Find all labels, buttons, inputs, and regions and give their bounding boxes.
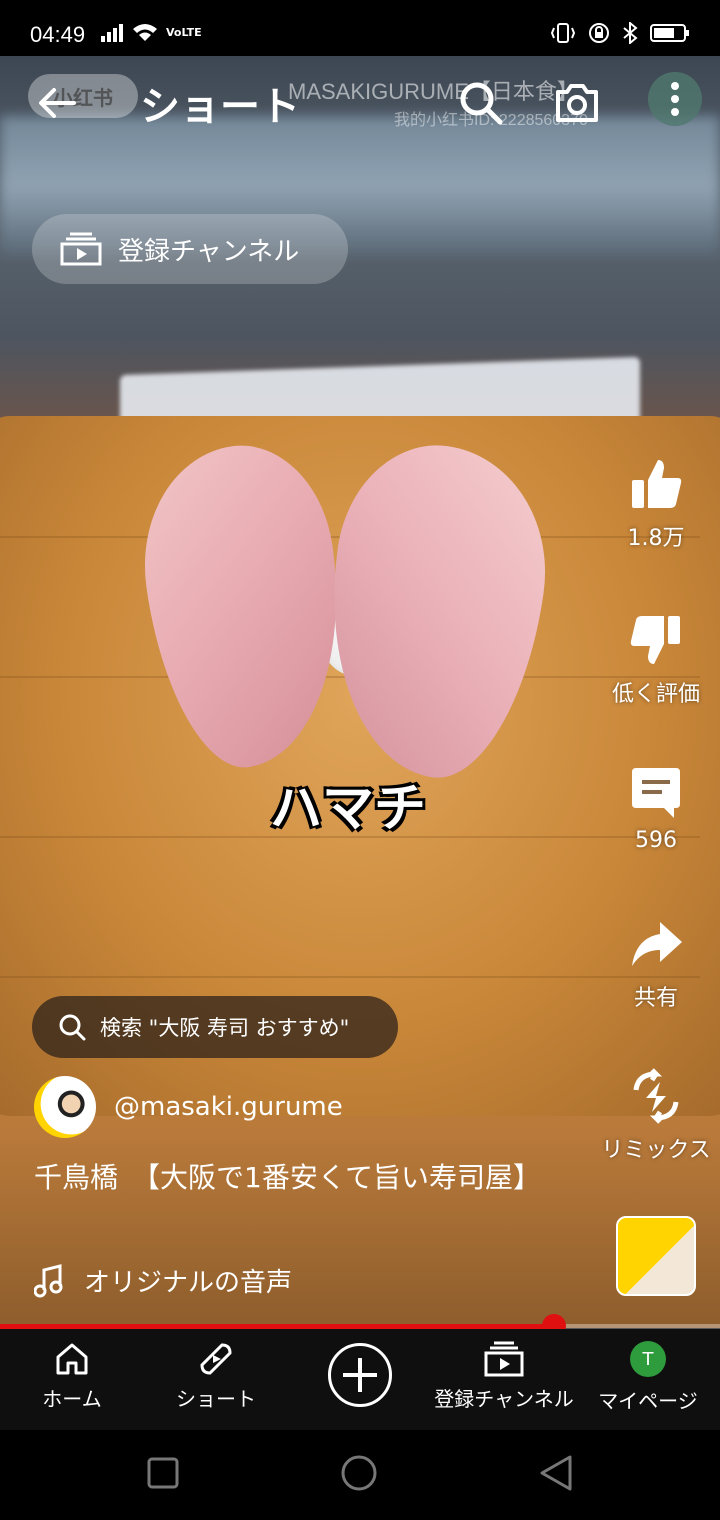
recents-square-icon[interactable] [146,1456,180,1490]
music-note-icon [34,1263,63,1297]
comments-button[interactable]: 596 [596,764,716,853]
nav-shorts-label: ショート [176,1387,256,1411]
video-title[interactable]: 千鳥橋 【大阪で1番安くて旨い寿司屋】 [34,1160,554,1196]
video-caption: ハマチ [270,779,427,839]
wifi-icon [133,24,157,41]
like-button[interactable]: 1.8万 [596,456,716,552]
create-button[interactable] [328,1343,392,1407]
status-left-icons: VoLTE [100,22,202,42]
search-icon[interactable] [458,80,504,126]
vibrate-icon [550,23,576,43]
camera-icon[interactable] [552,78,602,128]
share-label: 共有 [633,986,678,1011]
status-time: 04:49 [30,22,86,47]
share-icon [632,922,682,966]
thumbs-down-icon [630,616,680,664]
channel-avatar[interactable] [34,1076,96,1138]
shorts-icon [200,1343,232,1375]
subscriptions-chip-label: 登録チャンネル [118,236,300,267]
dislike-label: 低く評価 [611,682,700,707]
page-title: ショート [140,84,300,130]
bluetooth-icon [623,22,638,44]
remix-source-thumbnail[interactable] [616,1216,696,1296]
comment-count: 596 [635,828,677,853]
comment-icon [632,768,680,818]
nav-subscriptions-label: 登録チャンネル [434,1387,574,1411]
subscriptions-icon [484,1341,524,1377]
back-triangle-icon[interactable] [538,1454,574,1492]
top-bar: ショート [0,56,720,156]
remix-button[interactable]: リミックス [596,1068,716,1164]
like-count: 1.8万 [627,526,685,551]
dislike-button[interactable]: 低く評価 [596,612,716,708]
volte-label: VoLTE [166,25,202,39]
battery-icon [650,24,689,42]
sound-info[interactable]: オリジナルの音声 [34,1262,292,1299]
search-icon [59,1014,86,1041]
thumbs-up-icon [632,460,682,508]
more-vertical-icon [671,82,679,116]
search-suggestion-label: 検索 "大阪 寿司 おすすめ" [100,1016,350,1040]
sound-label: オリジナルの音声 [84,1268,293,1298]
status-right-icons [550,22,690,44]
nav-subscriptions[interactable]: 登録チャンネル [432,1341,576,1412]
channel-handle[interactable]: @masaki.gurume [114,1092,343,1122]
nav-mypage[interactable]: T マイページ [596,1341,700,1414]
share-button[interactable]: 共有 [596,916,716,1012]
signal-icon [101,24,123,42]
back-arrow-icon[interactable] [34,80,80,126]
search-suggestion-chip[interactable]: 検索 "大阪 寿司 おすすめ" [32,996,398,1058]
nav-shorts[interactable]: ショート [174,1341,258,1412]
more-options-button[interactable] [648,72,702,126]
nav-home-label: ホーム [42,1387,102,1411]
subscriptions-chip[interactable]: 登録チャンネル [32,214,348,284]
system-navigation [0,1430,720,1520]
subscriptions-icon [60,232,102,266]
remix-icon [633,1068,679,1124]
plus-icon [343,1358,377,1392]
home-icon [56,1343,88,1375]
status-bar: 04:49 VoLTE [0,0,720,56]
remix-label: リミックス [601,1138,711,1163]
lock-rotation-icon [589,23,609,43]
bottom-navigation: ホーム ショート 登録チャンネル T マイページ [0,1329,720,1430]
nav-home[interactable]: ホーム [42,1341,102,1412]
home-circle-icon[interactable] [340,1454,378,1492]
wood-grain [0,976,700,978]
channel-info[interactable]: @masaki.gurume [34,1076,343,1138]
profile-avatar: T [630,1341,666,1377]
nav-mypage-label: マイページ [598,1389,698,1413]
